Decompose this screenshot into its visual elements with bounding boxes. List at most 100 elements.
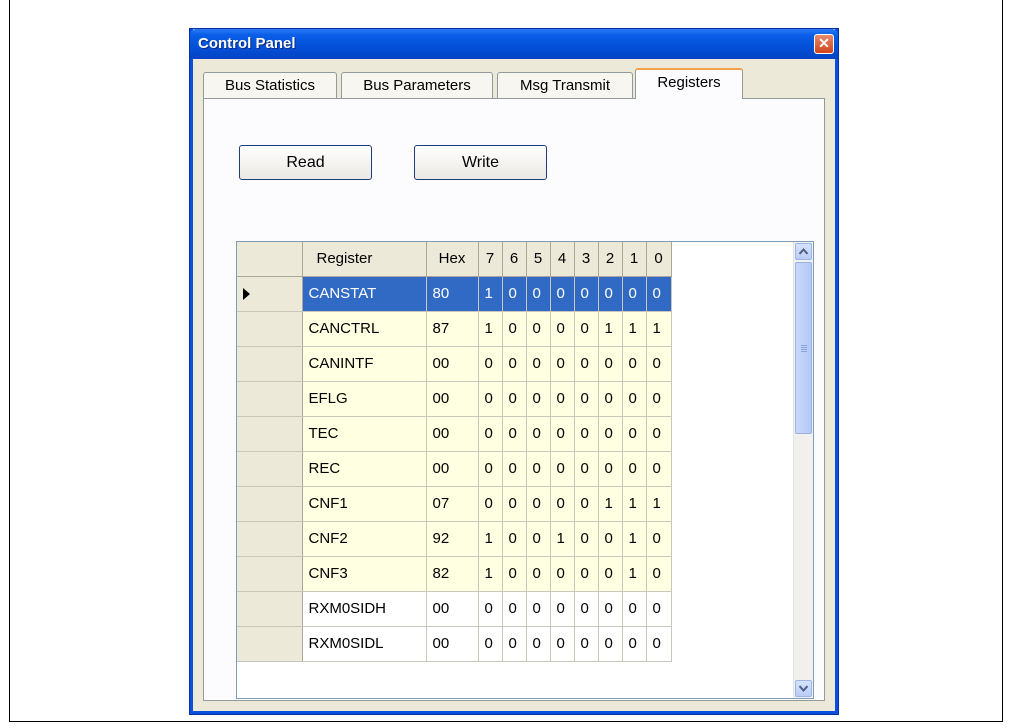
bit1-cell[interactable]: 1 (622, 311, 647, 347)
row-header[interactable] (237, 486, 303, 522)
register-name-cell[interactable]: CNF3 (302, 556, 427, 592)
bit6-cell[interactable]: 0 (502, 626, 527, 662)
bit4-cell[interactable]: 0 (550, 556, 575, 592)
table-row[interactable]: RXM0SIDH 00 0 0 0 0 0 0 0 0 (237, 591, 672, 627)
bit7-cell[interactable]: 0 (478, 416, 503, 452)
hex-value-cell[interactable]: 00 (426, 416, 479, 452)
hex-value-cell[interactable]: 00 (426, 591, 479, 627)
column-header-bit6[interactable]: 6 (502, 242, 527, 277)
bit5-cell[interactable]: 0 (526, 521, 551, 557)
bit2-cell[interactable]: 0 (598, 276, 623, 312)
hex-value-cell[interactable]: 87 (426, 311, 479, 347)
bit1-cell[interactable]: 0 (622, 451, 647, 487)
hex-value-cell[interactable]: 07 (426, 486, 479, 522)
hex-value-cell[interactable]: 00 (426, 626, 479, 662)
column-header-register[interactable]: Register (302, 242, 427, 277)
register-name-cell[interactable]: RXM0SIDL (302, 626, 427, 662)
vertical-scrollbar[interactable] (793, 242, 813, 698)
bit0-cell[interactable]: 0 (646, 381, 672, 417)
register-name-cell[interactable]: CNF1 (302, 486, 427, 522)
bit4-cell[interactable]: 0 (550, 626, 575, 662)
bit2-cell[interactable]: 1 (598, 486, 623, 522)
bit6-cell[interactable]: 0 (502, 556, 527, 592)
register-grid[interactable]: Register Hex 7 6 5 4 3 2 1 0 CANSTAT 80 1 0… (236, 241, 814, 699)
bit3-cell[interactable]: 0 (574, 276, 599, 312)
bit2-cell[interactable]: 0 (598, 381, 623, 417)
bit2-cell[interactable]: 1 (598, 311, 623, 347)
hex-value-cell[interactable]: 92 (426, 521, 479, 557)
bit5-cell[interactable]: 0 (526, 591, 551, 627)
table-row[interactable]: REC 00 0 0 0 0 0 0 0 0 (237, 451, 672, 487)
bit1-cell[interactable]: 0 (622, 416, 647, 452)
row-header[interactable] (237, 381, 303, 417)
bit1-cell[interactable]: 0 (622, 626, 647, 662)
bit1-cell[interactable]: 1 (622, 556, 647, 592)
register-name-cell[interactable]: REC (302, 451, 427, 487)
bit2-cell[interactable]: 0 (598, 556, 623, 592)
bit6-cell[interactable]: 0 (502, 311, 527, 347)
close-button[interactable]: ✕ (814, 34, 834, 54)
bit3-cell[interactable]: 0 (574, 521, 599, 557)
bit4-cell[interactable]: 0 (550, 346, 575, 382)
bit5-cell[interactable]: 0 (526, 486, 551, 522)
bit7-cell[interactable]: 1 (478, 556, 503, 592)
bit3-cell[interactable]: 0 (574, 556, 599, 592)
hex-value-cell[interactable]: 82 (426, 556, 479, 592)
column-header-bit2[interactable]: 2 (598, 242, 623, 277)
row-header[interactable] (237, 416, 303, 452)
bit5-cell[interactable]: 0 (526, 556, 551, 592)
read-button[interactable]: Read (239, 145, 372, 180)
bit6-cell[interactable]: 0 (502, 521, 527, 557)
bit4-cell[interactable]: 0 (550, 486, 575, 522)
bit4-cell[interactable]: 0 (550, 416, 575, 452)
bit1-cell[interactable]: 0 (622, 591, 647, 627)
register-name-cell[interactable]: CNF2 (302, 521, 427, 557)
register-name-cell[interactable]: TEC (302, 416, 427, 452)
bit7-cell[interactable]: 0 (478, 346, 503, 382)
bit4-cell[interactable]: 0 (550, 276, 575, 312)
bit7-cell[interactable]: 1 (478, 311, 503, 347)
hex-value-cell[interactable]: 00 (426, 346, 479, 382)
bit2-cell[interactable]: 0 (598, 591, 623, 627)
table-row[interactable]: CANSTAT 80 1 0 0 0 0 0 0 0 (237, 276, 672, 312)
bit4-cell[interactable]: 0 (550, 381, 575, 417)
bit7-cell[interactable]: 0 (478, 451, 503, 487)
row-header[interactable] (237, 521, 303, 557)
bit5-cell[interactable]: 0 (526, 626, 551, 662)
tab-bus-parameters[interactable]: Bus Parameters (341, 72, 493, 98)
bit4-cell[interactable]: 0 (550, 311, 575, 347)
hex-value-cell[interactable]: 00 (426, 381, 479, 417)
hex-value-cell[interactable]: 80 (426, 276, 479, 312)
register-name-cell[interactable]: CANCTRL (302, 311, 427, 347)
scroll-thumb[interactable] (795, 262, 812, 434)
bit2-cell[interactable]: 0 (598, 521, 623, 557)
bit7-cell[interactable]: 1 (478, 276, 503, 312)
bit0-cell[interactable]: 0 (646, 591, 672, 627)
scroll-down-button[interactable] (795, 680, 812, 697)
register-name-cell[interactable]: CANSTAT (302, 276, 427, 312)
table-row[interactable]: TEC 00 0 0 0 0 0 0 0 0 (237, 416, 672, 452)
bit2-cell[interactable]: 0 (598, 346, 623, 382)
bit3-cell[interactable]: 0 (574, 591, 599, 627)
bit5-cell[interactable]: 0 (526, 311, 551, 347)
bit0-cell[interactable]: 0 (646, 521, 672, 557)
bit7-cell[interactable]: 1 (478, 521, 503, 557)
table-row[interactable]: CANCTRL 87 1 0 0 0 0 1 1 1 (237, 311, 672, 347)
bit0-cell[interactable]: 0 (646, 451, 672, 487)
bit4-cell[interactable]: 0 (550, 591, 575, 627)
bit3-cell[interactable]: 0 (574, 416, 599, 452)
column-header-bit4[interactable]: 4 (550, 242, 575, 277)
tab-msg-transmit[interactable]: Msg Transmit (497, 72, 633, 98)
bit3-cell[interactable]: 0 (574, 486, 599, 522)
bit6-cell[interactable]: 0 (502, 381, 527, 417)
row-header[interactable] (237, 591, 303, 627)
bit1-cell[interactable]: 1 (622, 521, 647, 557)
column-header-hex[interactable]: Hex (426, 242, 479, 277)
column-header-bit3[interactable]: 3 (574, 242, 599, 277)
column-header-bit7[interactable]: 7 (478, 242, 503, 277)
bit7-cell[interactable]: 0 (478, 591, 503, 627)
bit0-cell[interactable]: 0 (646, 626, 672, 662)
bit1-cell[interactable]: 0 (622, 346, 647, 382)
bit3-cell[interactable]: 0 (574, 626, 599, 662)
bit1-cell[interactable]: 1 (622, 486, 647, 522)
